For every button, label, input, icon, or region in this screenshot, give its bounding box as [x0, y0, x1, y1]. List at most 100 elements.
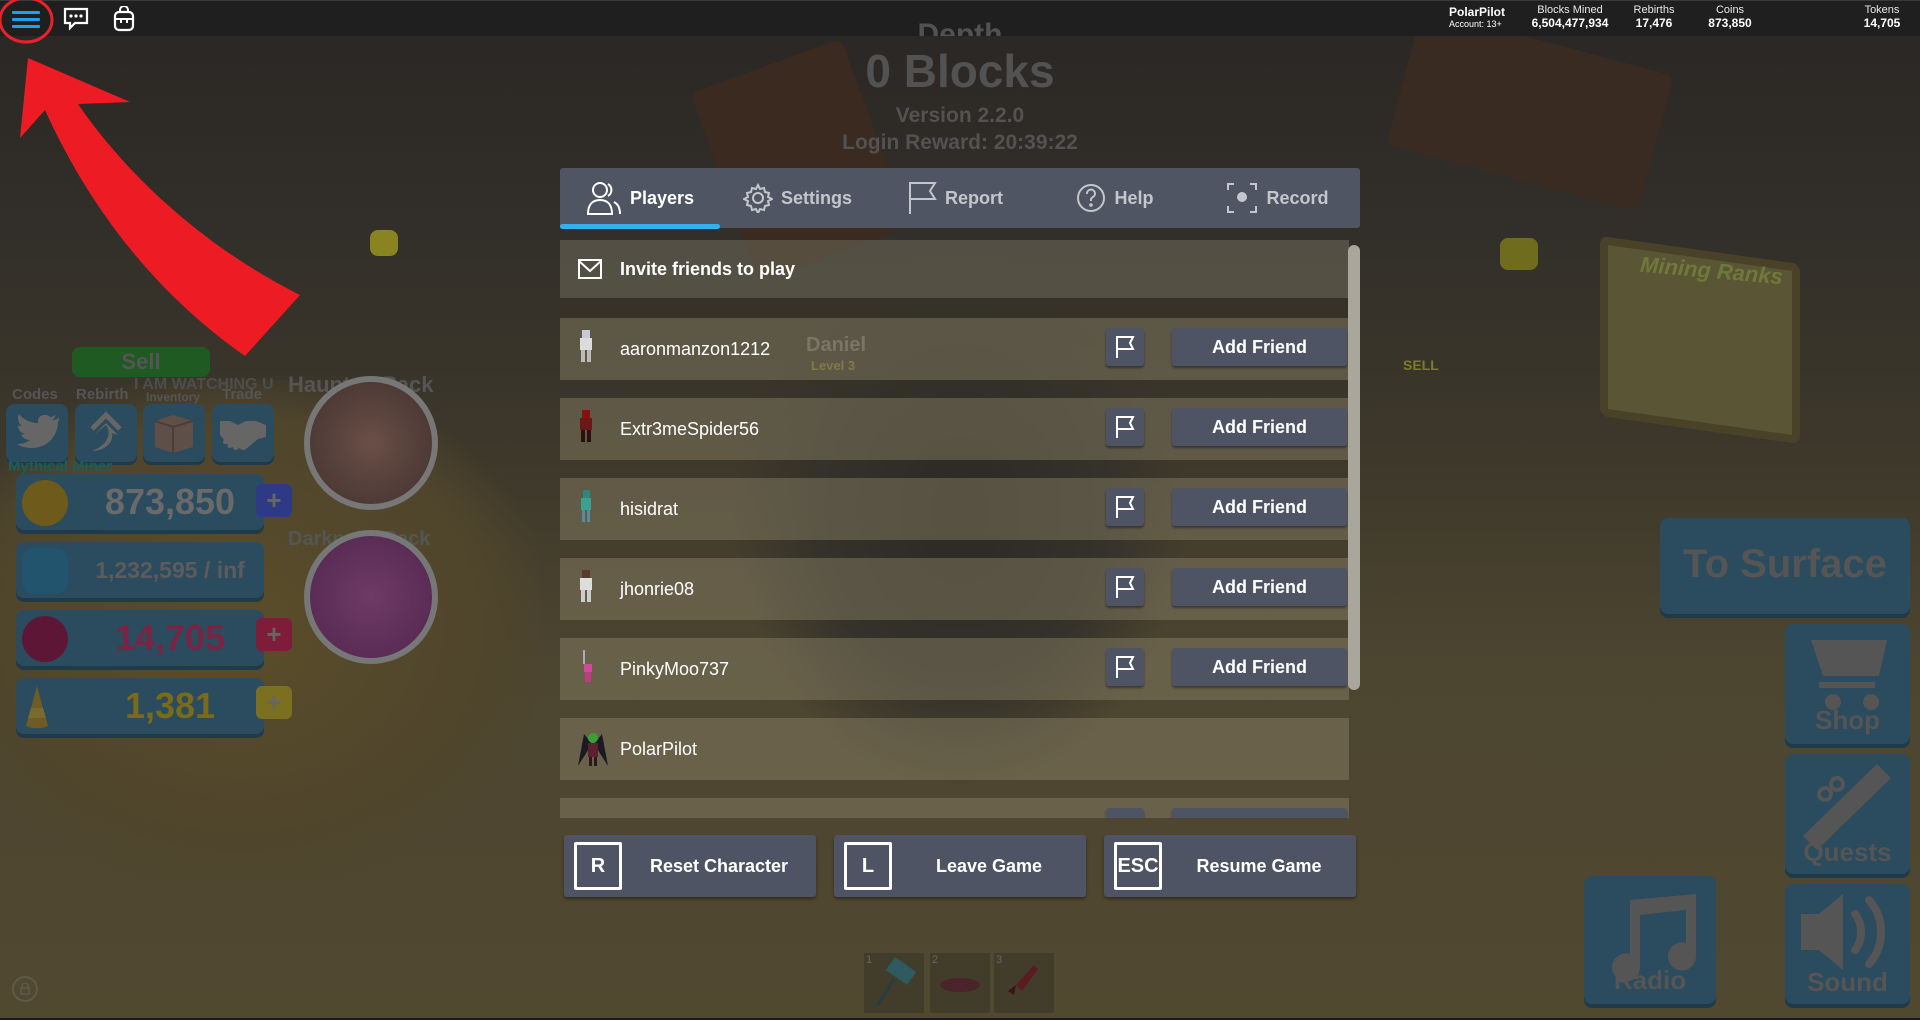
- player-avatar: [576, 330, 612, 370]
- inventory-label: Inventory: [146, 390, 201, 404]
- tab-label: Players: [629, 187, 695, 208]
- report-player-button[interactable]: [1106, 328, 1144, 366]
- hammer-icon: [876, 956, 917, 1006]
- shop-button[interactable]: Shop: [1785, 624, 1910, 744]
- hotbar-slot[interactable]: 2: [930, 953, 990, 1013]
- player-name: Extr3meSpider56: [620, 418, 760, 439]
- tokens-display: 14,705: [16, 610, 264, 666]
- backpack-icon: [22, 548, 68, 594]
- buy-candy-button[interactable]: +: [256, 686, 292, 719]
- slot-number: 3: [996, 954, 1003, 966]
- button-label: Reset Character: [649, 855, 789, 876]
- report-player-button[interactable]: [1106, 808, 1144, 818]
- darkness-pack-button[interactable]: [304, 530, 438, 664]
- flag-icon: [1116, 496, 1135, 518]
- player-row[interactable]: hisidrat Add Friend: [560, 478, 1349, 540]
- player-name: jhonrie08: [620, 578, 695, 599]
- buy-tokens-button[interactable]: +: [256, 618, 292, 651]
- tab-record[interactable]: Record: [1195, 168, 1360, 228]
- version-label: Version 2.2.0: [895, 104, 1025, 127]
- player-avatar: [576, 650, 612, 690]
- key-hint-esc: ESC: [1114, 842, 1162, 890]
- quests-button[interactable]: Quests: [1785, 754, 1910, 874]
- player-avatar: [576, 570, 612, 610]
- player-row[interactable]: [560, 798, 1349, 818]
- player-list-scrollbar[interactable]: [1348, 245, 1360, 690]
- inventory-button[interactable]: [143, 404, 205, 462]
- sound-button[interactable]: Sound: [1785, 884, 1910, 1004]
- button-label: Leave Game: [935, 855, 1043, 876]
- add-friend-button[interactable]: Add Friend: [1172, 408, 1347, 446]
- codes-label: Codes: [12, 386, 58, 403]
- leave-game-button[interactable]: L Leave Game: [834, 835, 1086, 897]
- backpack-display: 1,232,595 / inf: [16, 542, 264, 598]
- candy-value: 1,381: [124, 685, 216, 726]
- player-row[interactable]: jhonrie08 Add Friend: [560, 558, 1349, 620]
- key-hint-l: L: [844, 842, 892, 890]
- candy-corn-icon: [22, 684, 68, 730]
- add-friend-button[interactable]: Add Friend: [1172, 488, 1347, 526]
- player-name: PinkyMoo737: [620, 658, 730, 679]
- radio-button[interactable]: Radio: [1584, 876, 1716, 1004]
- rocket-icon: [1008, 965, 1038, 995]
- rebirth-button[interactable]: [75, 404, 137, 462]
- trade-button[interactable]: [212, 404, 274, 462]
- flag-icon: [1116, 336, 1135, 358]
- add-friend-button[interactable]: Add Friend: [1172, 648, 1347, 686]
- sell-button[interactable]: Sell: [72, 347, 210, 377]
- report-player-button[interactable]: [1106, 488, 1144, 526]
- shop-label: Shop: [1815, 705, 1880, 735]
- backpack-value: 1,232,595 / inf: [95, 556, 245, 583]
- player-avatar: [576, 490, 612, 530]
- invite-label: Invite friends to play: [620, 258, 796, 279]
- tab-players[interactable]: Players: [560, 168, 720, 229]
- slot-number: 2: [932, 954, 939, 966]
- codes-button[interactable]: [6, 404, 68, 462]
- blocks-count: 0 Blocks: [865, 45, 1055, 97]
- tab-settings[interactable]: Settings: [720, 168, 875, 228]
- player-row[interactable]: Extr3meSpider56 Add Friend: [560, 398, 1349, 460]
- flag-icon: [1116, 416, 1135, 438]
- help-icon: [1077, 184, 1106, 212]
- tab-help[interactable]: Help: [1035, 168, 1195, 228]
- player-row-self[interactable]: PolarPilot: [560, 718, 1349, 780]
- flag-icon: [909, 182, 937, 214]
- token-icon: [22, 616, 68, 662]
- invite-friends-button[interactable]: Invite friends to play: [560, 240, 1349, 298]
- haunted-pack-button[interactable]: [304, 376, 438, 510]
- depth-label: Depth: [917, 18, 1003, 36]
- resume-game-button[interactable]: ESC Resume Game: [1104, 835, 1356, 897]
- tab-label: Help: [1114, 187, 1154, 208]
- to-surface-button[interactable]: To Surface: [1660, 518, 1910, 614]
- tab-label: Record: [1266, 187, 1329, 208]
- player-avatar: [576, 730, 612, 770]
- trade-label: Trade: [222, 386, 263, 403]
- key-hint-r: R: [574, 842, 622, 890]
- player-name: aaronmanzon1212: [620, 338, 771, 359]
- player-row[interactable]: PinkyMoo737 Add Friend: [560, 638, 1349, 700]
- buy-coins-button[interactable]: +: [256, 484, 292, 517]
- to-surface-label: To Surface: [1683, 542, 1887, 586]
- quests-label: Quests: [1803, 837, 1892, 867]
- candy-display: 1,381: [16, 678, 264, 734]
- report-player-button[interactable]: [1106, 408, 1144, 446]
- player-row[interactable]: aaronmanzon1212 Add Friend: [560, 318, 1349, 380]
- sell-sign: SELL: [1403, 357, 1439, 373]
- gear-icon: [742, 183, 773, 213]
- hotbar-slot[interactable]: 1: [864, 953, 924, 1013]
- report-player-button[interactable]: [1106, 648, 1144, 686]
- add-friend-button[interactable]: Add Friend: [1172, 328, 1347, 366]
- reset-character-button[interactable]: R Reset Character: [564, 835, 816, 897]
- player-list: Invite friends to play aaronmanzon1212 A…: [560, 238, 1360, 818]
- coins-value: 873,850: [104, 481, 236, 522]
- speaker-icon: [1801, 894, 1885, 970]
- report-player-button[interactable]: [1106, 568, 1144, 606]
- button-label: Resume Game: [1196, 855, 1322, 876]
- record-icon: [1227, 183, 1258, 213]
- tab-report[interactable]: Report: [875, 168, 1035, 228]
- hotbar-slot[interactable]: 3: [994, 953, 1054, 1013]
- twitter-bird-icon: [17, 414, 59, 448]
- add-friend-button[interactable]: Add Friend: [1172, 568, 1347, 606]
- shift-lock-icon[interactable]: [12, 976, 38, 1002]
- add-friend-button[interactable]: [1172, 808, 1347, 818]
